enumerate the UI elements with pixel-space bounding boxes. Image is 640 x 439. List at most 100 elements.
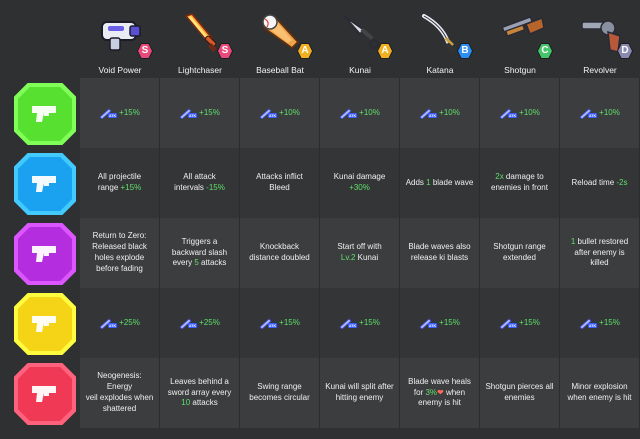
row-badge-cell [0, 218, 80, 288]
description-text: attacks [198, 258, 227, 268]
upgrade-description: Reload time -2s [571, 178, 627, 189]
gun-icon [32, 386, 56, 402]
weapon-column-header: S Void Power [80, 6, 160, 78]
upgrade-tier-badge [14, 223, 76, 285]
atk-bonus: ATK +25% [179, 317, 220, 329]
upgrade-cell: ATK +10% [320, 78, 400, 148]
weapon-name: Kunai [349, 65, 371, 75]
description-text: bullet restored after enemy is killed [574, 236, 629, 268]
grade-letter: D [618, 44, 632, 58]
upgrade-cell: ATK +15% [80, 78, 160, 148]
upgrade-cell: Blade waves also release ki blasts [400, 218, 480, 288]
atk-sword-icon: ATK [259, 108, 278, 119]
svg-text:ATK: ATK [589, 324, 597, 328]
upgrade-description: All projectile range +15% [98, 172, 141, 194]
upgrade-cell: ATK +25% [80, 288, 160, 358]
upgrade-tier-badge [14, 83, 76, 145]
grade-letter: S [138, 44, 152, 58]
upgrade-description: Adds 1 blade wave [406, 178, 474, 189]
upgrade-row: ATK +25% ATK +25% ATK +15% ATK +15% ATK +15% ATK +1… [0, 288, 640, 358]
upgrade-cell: Blade wave heals for 3%❤ when enemy is h… [400, 358, 480, 428]
upgrade-cell: Adds 1 blade wave [400, 148, 480, 218]
description-text: Attacks inflict Bleed [256, 172, 303, 192]
atk-sword-icon: ATK [419, 108, 438, 119]
atk-bonus-value: +10% [439, 107, 460, 117]
row-badge-cell [0, 288, 80, 358]
atk-bonus: ATK +15% [339, 317, 380, 329]
description-text: Leaves behind a sword array every [167, 376, 232, 397]
svg-text:ATK: ATK [429, 324, 437, 328]
upgrade-description: Shotgun pierces all enemies [485, 382, 553, 404]
upgrade-cell: ATK +10% [560, 78, 640, 148]
description-text: Shotgun range extended [493, 242, 546, 262]
weapon-column-header: S Lightchaser [160, 6, 240, 78]
upgrade-description: Kunai damage +30% [334, 172, 386, 194]
atk-bonus: ATK +10% [579, 107, 620, 119]
highlight-text: -15% [206, 183, 225, 192]
revolver-icon [581, 20, 621, 53]
atk-bonus: ATK +15% [179, 107, 220, 119]
atk-sword-icon: ATK [339, 318, 358, 329]
upgrade-description: 1 bullet restored after enemy is killed [565, 237, 634, 269]
upgrade-row: Return to Zero: Released black holes exp… [0, 218, 640, 288]
upgrade-description: Start off with Lv.2 Kunai [337, 242, 381, 264]
atk-sword-icon: ATK [579, 108, 598, 119]
svg-text:ATK: ATK [349, 324, 357, 328]
highlight-text: 3% [425, 387, 438, 397]
atk-bonus-value: +10% [519, 107, 540, 117]
shotgun-icon [501, 16, 544, 37]
row-badge-cell [0, 78, 80, 148]
atk-bonus-value: +15% [279, 317, 300, 327]
grade-letter: S [218, 44, 232, 58]
upgrade-description: Neogenesis: Energy veil explodes when sh… [85, 371, 154, 414]
atk-bonus-value: +25% [199, 317, 220, 327]
atk-sword-icon: ATK [339, 108, 358, 119]
upgrade-cell: Knockback distance doubled [240, 218, 320, 288]
atk-bonus: ATK +15% [579, 317, 620, 329]
atk-sword-icon: ATK [419, 318, 438, 329]
upgrade-description: Kunai will split after hitting enemy [325, 382, 393, 404]
atk-bonus-value: +15% [119, 107, 140, 117]
grade-letter: C [538, 44, 552, 58]
description-text: Reload time [571, 177, 617, 187]
description-text: Start off with [337, 242, 382, 252]
upgrade-description: Blade wave heals for 3%❤ when enemy is h… [408, 377, 471, 409]
upgrade-description: Attacks inflict Bleed [256, 172, 303, 194]
upgrade-description: Triggers a backward slash every 5 attack… [172, 237, 227, 269]
atk-bonus-value: +10% [599, 107, 620, 117]
weapon-name: Lightchaser [178, 65, 222, 75]
upgrade-cell: 2x damage to enemies in front [480, 148, 560, 218]
atk-bonus: ATK +15% [259, 317, 300, 329]
atk-bonus: ATK +10% [499, 107, 540, 119]
svg-text:ATK: ATK [349, 114, 357, 118]
gun-icon [32, 176, 56, 192]
atk-sword-icon: ATK [99, 318, 118, 329]
weapon-name: Void Power [98, 65, 142, 75]
upgrade-cell: ATK +15% [400, 288, 480, 358]
atk-bonus: ATK +25% [99, 317, 140, 329]
upgrade-description: Minor explosion when enemy is hit [567, 382, 631, 404]
description-text: Shotgun pierces all enemies [485, 382, 554, 402]
description-text: Neogenesis: Energy veil explodes when sh… [85, 371, 154, 413]
baseball-bat-icon [262, 14, 300, 50]
svg-text:ATK: ATK [269, 114, 277, 118]
atk-bonus: ATK +10% [339, 107, 380, 119]
svg-text:ATK: ATK [109, 324, 117, 328]
upgrade-cell: Neogenesis: Energy veil explodes when sh… [80, 358, 160, 428]
upgrade-cell: ATK +25% [160, 288, 240, 358]
upgrade-cell: Minor explosion when enemy is hit [560, 358, 640, 428]
upgrade-description: Return to Zero: Released black holes exp… [92, 231, 147, 274]
weapon-column-header: A Kunai [320, 6, 400, 78]
highlight-text: 2x [495, 172, 504, 182]
atk-bonus-value: +15% [439, 317, 460, 327]
upgrade-cell: Start off with Lv.2 Kunai [320, 218, 400, 288]
svg-text:ATK: ATK [109, 114, 117, 118]
upgrade-cell: ATK +10% [240, 78, 320, 148]
upgrade-row: Neogenesis: Energy veil explodes when sh… [0, 358, 640, 428]
description-text: blade wave [430, 177, 474, 187]
upgrade-cell: Shotgun pierces all enemies [480, 358, 560, 428]
description-text: Swing range becomes circular [249, 382, 310, 402]
grade-letter: A [378, 44, 392, 58]
atk-bonus-value: +15% [359, 317, 380, 327]
description-text: Blade waves also release ki blasts [408, 242, 471, 262]
